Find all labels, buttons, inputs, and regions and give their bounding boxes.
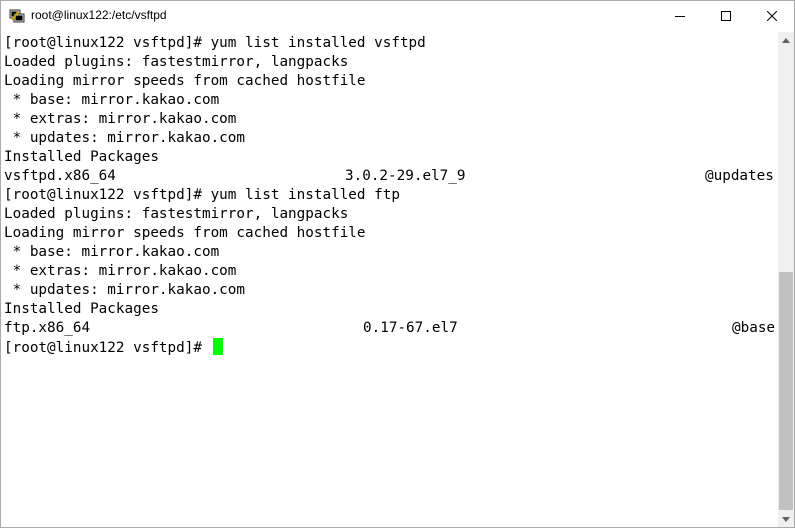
terminal-line: * base: mirror.kakao.com (4, 244, 220, 260)
package-repo: @updates (705, 168, 774, 184)
scroll-down-arrow-icon (782, 517, 790, 522)
maximize-icon (721, 11, 731, 21)
terminal-line: * extras: mirror.kakao.com (4, 263, 237, 279)
package-name: ftp.x86_64 (4, 320, 91, 336)
title-bar[interactable]: root@linux122:/etc/vsftpd (1, 1, 794, 32)
terminal-line: * base: mirror.kakao.com (4, 92, 220, 108)
terminal-line: * extras: mirror.kakao.com (4, 111, 237, 127)
putty-terminal-icon[interactable] (9, 8, 25, 24)
package-name: vsftpd.x86_64 (4, 168, 116, 184)
close-button[interactable] (749, 1, 794, 31)
terminal-output[interactable]: [root@linux122 vsftpd]# yum list install… (1, 32, 778, 527)
terminal-line: Installed Packages (4, 301, 159, 317)
vertical-scrollbar[interactable] (778, 32, 794, 527)
scroll-up-button[interactable] (778, 32, 794, 49)
minimize-button[interactable] (657, 1, 703, 31)
prompt-line[interactable]: [root@linux122 vsftpd]# (4, 338, 223, 357)
terminal-window: root@linux122:/etc/vsftpd [root@linux122… (0, 0, 795, 528)
text-cursor (212, 338, 223, 355)
terminal-line: Loading mirror speeds from cached hostfi… (4, 225, 366, 241)
terminal-line: * updates: mirror.kakao.com (4, 282, 246, 298)
maximize-button[interactable] (703, 1, 749, 31)
close-icon (767, 11, 777, 21)
terminal-line: Loaded plugins: fastestmirror, langpacks (4, 206, 349, 222)
terminal-line: Loading mirror speeds from cached hostfi… (4, 73, 366, 89)
package-version: 0.17-67.el7 (363, 320, 458, 336)
package-version: 3.0.2-29.el7_9 (345, 168, 466, 184)
terminal-line: Installed Packages (4, 149, 159, 165)
terminal-line: * updates: mirror.kakao.com (4, 130, 246, 146)
window-title: root@linux122:/etc/vsftpd (31, 8, 167, 22)
minimize-icon (675, 16, 685, 17)
terminal-line: [root@linux122 vsftpd]# yum list install… (4, 187, 400, 203)
scrollbar-thumb[interactable] (779, 272, 793, 510)
shell-prompt: [root@linux122 vsftpd]# (4, 340, 211, 356)
scroll-up-arrow-icon (782, 38, 790, 43)
package-repo: @base (732, 320, 776, 336)
scroll-down-button[interactable] (778, 511, 794, 527)
terminal-line: Loaded plugins: fastestmirror, langpacks (4, 54, 349, 70)
terminal-line: [root@linux122 vsftpd]# yum list install… (4, 35, 426, 51)
